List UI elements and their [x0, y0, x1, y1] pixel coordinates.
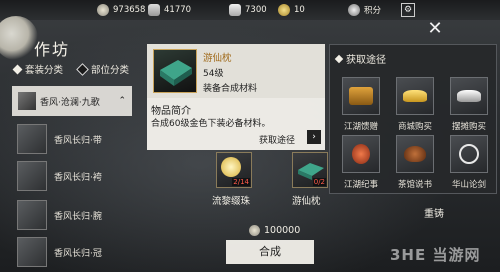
- tab-set-category[interactable]: 套装分类: [12, 62, 64, 76]
- jade-pillow-icon: [153, 49, 197, 93]
- item-detail-card: 游仙枕 54级 装备合成材料 物品简介 合成60级金色下装必备材料。 获取途径: [147, 44, 325, 150]
- item-level: 54级: [203, 69, 224, 79]
- coin-icon: [249, 225, 260, 236]
- currency-points[interactable]: 积分: [348, 3, 381, 17]
- source-teahouse[interactable]: [396, 135, 434, 173]
- currency-coin: 973658: [97, 3, 145, 17]
- tab-label: 部位分类: [91, 65, 130, 76]
- currency-value: 10: [294, 5, 305, 15]
- material-slot[interactable]: 0/2: [292, 152, 328, 188]
- chevron-right-icon[interactable]: ›: [307, 130, 321, 144]
- item-label: 香风长归·腕: [54, 212, 102, 222]
- tab-part-category[interactable]: 部位分类: [76, 62, 130, 76]
- list-item[interactable]: 香风长归·带: [17, 124, 137, 156]
- currency-value: 7300: [245, 5, 267, 15]
- ingot-icon: [229, 4, 241, 16]
- source-jianghu-chronicle[interactable]: [342, 135, 380, 173]
- silver-icon: [148, 4, 160, 16]
- tab-label: 套装分类: [25, 65, 64, 76]
- pearl-icon: [221, 157, 241, 177]
- source-huashan[interactable]: [450, 135, 488, 173]
- diamond-icon: [76, 62, 89, 76]
- intro-title: 物品简介: [151, 106, 191, 117]
- source-label: 摆摊购买: [451, 122, 486, 132]
- currency-silver: 41770: [148, 3, 191, 17]
- coin-icon: [97, 4, 109, 16]
- source-stall[interactable]: [450, 77, 488, 115]
- source-panel-header: 获取途径: [334, 51, 386, 66]
- category-label: 香风·沧澜·九歌: [40, 97, 100, 108]
- source-label: 商城购买: [397, 122, 432, 132]
- crown-icon: [17, 237, 47, 267]
- source-label: 江湖馈赠: [343, 122, 378, 132]
- watermark: 3HE 当游网: [390, 246, 481, 264]
- item-type: 装备合成材料: [203, 84, 258, 94]
- currency-value: 41770: [164, 5, 192, 15]
- close-button[interactable]: ✕: [424, 18, 446, 40]
- page-title: 作坊: [34, 40, 71, 59]
- cost-value: 100000: [264, 225, 301, 236]
- currency-value: 973658: [113, 5, 146, 15]
- teapot-icon: [404, 146, 426, 162]
- red-pouch-icon: [352, 144, 370, 164]
- item-name: 游仙枕: [203, 53, 232, 64]
- category-header[interactable]: 香风·沧澜·九歌 ⌃: [12, 86, 132, 116]
- title-area: 作坊: [0, 16, 135, 60]
- token-icon: [278, 4, 290, 16]
- item-label: 香风长归·冠: [54, 249, 102, 259]
- list-item[interactable]: 香风长归·冠: [17, 237, 137, 269]
- diamond-icon: [12, 64, 23, 74]
- source-mall[interactable]: [396, 77, 434, 115]
- item-label: 香风长归·带: [54, 136, 102, 146]
- material-name: 游仙枕: [292, 196, 321, 207]
- treasure-chest-icon: [349, 87, 373, 105]
- material-name: 流黎缀珠: [212, 196, 251, 207]
- intro-text: 合成60级金色下装必备材料。: [151, 119, 271, 129]
- craft-cost: 100000: [249, 225, 300, 236]
- material-slot[interactable]: 2/14: [216, 152, 252, 188]
- source-link[interactable]: 获取途径: [259, 133, 295, 146]
- category-thumb-icon: [18, 92, 36, 110]
- bracer-icon: [17, 200, 47, 230]
- list-item[interactable]: 香风长归·袴: [17, 161, 137, 193]
- craft-button[interactable]: 合成: [226, 240, 314, 264]
- source-panel-title: 获取途径: [346, 55, 386, 66]
- currency-value: 积分: [364, 6, 382, 16]
- item-label: 香风长归·袴: [54, 173, 102, 183]
- trousers-icon: [17, 161, 47, 191]
- source-jianghu-gift[interactable]: [342, 77, 380, 115]
- settings-gear-icon[interactable]: ⚙: [401, 3, 415, 17]
- source-label: 江湖纪事: [343, 180, 378, 190]
- currency-token: 10: [278, 3, 305, 17]
- source-label: 茶馆说书: [397, 180, 432, 190]
- source-panel: 获取途径 江湖馈赠 商城购买 摆摊购买 江湖纪事 茶馆说书 华山论剑: [329, 44, 497, 194]
- reforge-button[interactable]: 重铸: [424, 205, 444, 220]
- belt-icon: [17, 124, 47, 154]
- chevron-up-icon: ⌃: [118, 96, 126, 106]
- material-qty: 0/2: [312, 178, 326, 186]
- gold-ingot-icon: [403, 90, 427, 102]
- currency-ingot: 7300: [229, 3, 267, 17]
- points-icon: [348, 4, 360, 16]
- list-item[interactable]: 香风长归·腕: [17, 200, 137, 232]
- silver-ingot-icon: [457, 90, 481, 102]
- source-label: 华山论剑: [451, 180, 486, 190]
- diamond-icon: [334, 54, 344, 63]
- material-qty: 2/14: [232, 178, 250, 186]
- sword-emblem-icon: [459, 144, 479, 164]
